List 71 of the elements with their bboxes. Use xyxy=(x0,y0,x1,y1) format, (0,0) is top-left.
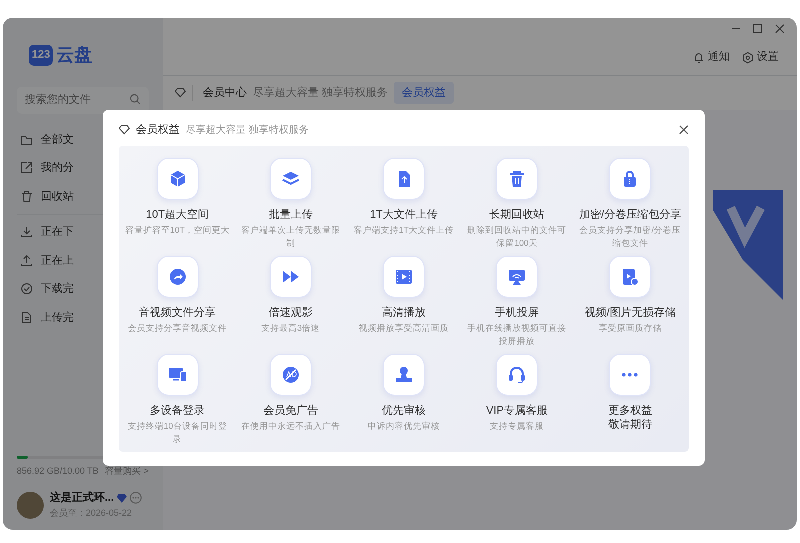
feature-title: VIP专属客服 xyxy=(486,404,548,418)
user-name: 这是正式环... xyxy=(50,490,114,506)
close-icon[interactable] xyxy=(679,125,689,135)
feature-description: 手机在线播放视频可直接投屏播放 xyxy=(466,322,568,348)
trash-icon xyxy=(21,190,33,203)
feature-description: 容量扩容至10T，空间更大 xyxy=(124,224,231,238)
feature-title: 视频/图片无损存储 xyxy=(584,306,676,320)
feature-description: 在使用中永远不插入广告 xyxy=(240,420,342,434)
headset-icon xyxy=(507,365,528,385)
more-icon xyxy=(622,373,638,377)
share-icon xyxy=(21,162,33,174)
feature-description: 客户端单次上传无数量限制 xyxy=(240,224,342,250)
page-subtitle: 尽享超大容量 独享特权服务 xyxy=(253,86,388,101)
upload-icon xyxy=(21,254,33,267)
notifications-link[interactable]: 通知 xyxy=(708,49,730,66)
diamond-icon xyxy=(119,125,130,135)
benefits-tab[interactable]: 会员权益 xyxy=(394,82,454,104)
feature-title: 敬请期待 xyxy=(608,418,652,433)
feature-title: 会员免广告 xyxy=(263,404,318,418)
stamp-icon xyxy=(394,365,414,385)
document-icon xyxy=(21,312,33,324)
feature-title: 手机投屏 xyxy=(495,306,540,320)
feature-description: 会员支持分享加密/分卷压缩包文件 xyxy=(578,224,682,250)
feature-title: 10T超大空间 xyxy=(146,208,210,222)
check-circle-icon xyxy=(21,283,33,296)
feature-title: 加密/分卷压缩包分享 xyxy=(579,208,682,222)
dialog-title: 会员权益 xyxy=(136,122,180,138)
feature-description: 支持终端10台设备同时登录 xyxy=(126,420,228,446)
share-icon xyxy=(168,267,188,287)
avatar[interactable] xyxy=(17,492,44,518)
feature-title: 优先审核 xyxy=(382,404,426,418)
search-icon[interactable] xyxy=(130,94,141,105)
dialog-subtitle: 尽享超大容量 独享特权服务 xyxy=(186,124,309,138)
no-ads-icon xyxy=(280,365,301,385)
page-title: 会员中心 xyxy=(192,84,247,102)
video-file-icon xyxy=(620,267,640,287)
feature-title: 1T大文件上传 xyxy=(370,208,438,222)
maximize-icon[interactable] xyxy=(753,24,763,34)
feature-title: 高清播放 xyxy=(382,306,426,320)
feature-title: 长期回收站 xyxy=(490,208,545,222)
screen-cast-icon xyxy=(507,267,528,287)
bell-icon[interactable] xyxy=(693,52,705,64)
search-field[interactable]: 搜索您的文件 xyxy=(17,87,149,114)
feature-title: 批量上传 xyxy=(268,208,313,222)
diamond-icon xyxy=(117,494,128,503)
feature-description: 视频播放享受高清画质 xyxy=(358,322,450,336)
storage-text: 856.92 GB/10.00 TB xyxy=(17,464,99,478)
sidebar-item[interactable]: 下载完 xyxy=(17,275,149,304)
settings-icon[interactable] xyxy=(742,52,754,64)
feature-title: 多设备登录 xyxy=(150,404,206,418)
sidebar-item[interactable]: 正在上 xyxy=(17,246,149,275)
download-icon xyxy=(21,226,33,238)
folder-icon xyxy=(21,134,33,146)
film-icon xyxy=(394,267,414,287)
diamond-icon xyxy=(175,88,186,98)
logo-text: 云盘 xyxy=(56,44,92,67)
feature-title: 更多权益 xyxy=(608,404,652,418)
sidebar-item[interactable]: 回收站 xyxy=(17,182,149,211)
feature-description: 删除到回收站中的文件可保留100天 xyxy=(466,224,568,250)
sidebar-item[interactable]: 我的分 xyxy=(17,154,149,182)
feature-description: 享受原画质存储 xyxy=(598,322,663,336)
feature-title: 音视频文件分享 xyxy=(139,306,216,320)
feature-description: 会员支持分享音视频文件 xyxy=(127,322,228,336)
feature-description: 申诉内容优先审核 xyxy=(366,420,441,434)
settings-link[interactable]: 设置 xyxy=(757,49,779,66)
feature-description: 支持专属客服 xyxy=(489,420,546,434)
feature-description: 客户端支持1T大文件上传 xyxy=(353,224,455,238)
logo-badge: 123 xyxy=(29,45,54,66)
close-icon[interactable] xyxy=(775,24,785,34)
feature-title: 倍速观影 xyxy=(268,306,313,320)
feature-description: 支持最高3倍速 xyxy=(260,322,322,336)
